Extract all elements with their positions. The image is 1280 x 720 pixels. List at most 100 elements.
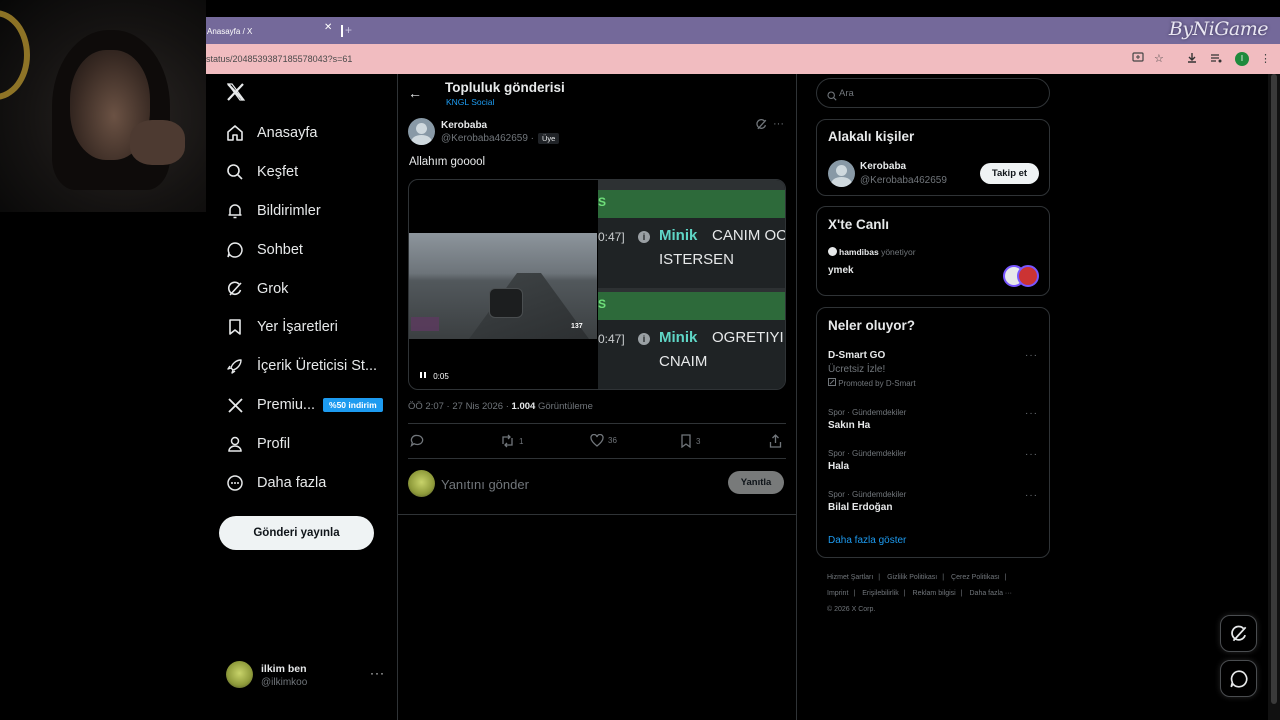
divider bbox=[398, 514, 797, 515]
nav-item-grok[interactable]: Grok bbox=[224, 273, 288, 305]
repost-icon bbox=[502, 434, 513, 448]
user-handle[interactable]: @Kerobaba462659 bbox=[860, 175, 947, 186]
footer-link[interactable]: Reklam bilgisi bbox=[913, 590, 956, 597]
nav-item-more[interactable]: Daha fazla bbox=[224, 467, 326, 499]
more-icon[interactable]: ··· bbox=[1025, 408, 1038, 419]
discount-badge: %50 indirim bbox=[323, 398, 383, 412]
more-icon[interactable]: ··· bbox=[773, 118, 784, 130]
bookmark-button[interactable]: 3 bbox=[680, 434, 700, 448]
post-time[interactable]: ÖÖ 2:07 bbox=[408, 401, 444, 412]
trend-item[interactable]: D-Smart GO Ücretsiz İzle! Promoted by D-… bbox=[828, 350, 1038, 388]
trend-item[interactable]: Spor · Gündemdekiler Sakın Ha ··· bbox=[828, 408, 1038, 431]
search-input[interactable] bbox=[839, 85, 1039, 101]
url-text[interactable]: status/2048539387185578043?s=61 bbox=[206, 54, 352, 64]
new-tab-button[interactable]: + bbox=[345, 23, 352, 37]
kebab-menu-icon[interactable]: ⋮ bbox=[1260, 52, 1271, 65]
more-icon[interactable]: ··· bbox=[1025, 490, 1038, 501]
grok-fab[interactable] bbox=[1220, 615, 1257, 652]
grok-icon[interactable] bbox=[755, 118, 768, 136]
share-button[interactable] bbox=[769, 434, 782, 448]
info-icon: i bbox=[638, 333, 650, 345]
nav-item-notifications[interactable]: Bildirimler bbox=[224, 195, 321, 227]
live-host: hamdibas yönetiyor bbox=[828, 247, 916, 257]
account-switcher[interactable]: ilkim ben @ilkimkoo ··· bbox=[226, 660, 386, 690]
bookmark-icon bbox=[224, 316, 246, 338]
nav-item-profile[interactable]: Profil bbox=[224, 428, 290, 460]
chat-message: 0:47] i Minik OGRETIYI CNAIM bbox=[598, 320, 785, 389]
nav-item-premium[interactable]: Premiu... %50 indirim bbox=[224, 389, 383, 421]
footer-link[interactable]: Daha fazla ··· bbox=[970, 590, 1012, 597]
cast-icon[interactable] bbox=[1132, 52, 1144, 66]
video-chat-overlay: S 0:47] i Minik CANIM OC ISTERSEN S 0:47… bbox=[598, 180, 785, 389]
account-handle: @ilkimkoo bbox=[261, 677, 308, 688]
view-label: Görüntüleme bbox=[537, 401, 593, 412]
scrollbar-thumb[interactable] bbox=[1271, 74, 1277, 704]
follow-button[interactable]: Takip et bbox=[980, 163, 1039, 184]
nav-item-home[interactable]: Anasayfa bbox=[224, 117, 317, 149]
footer-link[interactable]: Erişilebilirlik bbox=[862, 590, 899, 597]
tab-title: Anasayfa / X bbox=[207, 27, 253, 36]
video-timestamp: 0:05 bbox=[433, 372, 449, 381]
more-icon[interactable]: ··· bbox=[1025, 350, 1038, 361]
search-box[interactable] bbox=[816, 78, 1050, 108]
avatar[interactable] bbox=[828, 160, 855, 187]
streamer-logo: ByNiGame bbox=[1168, 18, 1269, 40]
browser-tab[interactable]: Anasayfa / X bbox=[206, 21, 340, 44]
page-title: Topluluk gönderisi bbox=[445, 80, 565, 95]
browser-profile-avatar[interactable]: I bbox=[1235, 52, 1249, 66]
nav-label: Anasayfa bbox=[257, 125, 318, 141]
nav-item-bookmarks[interactable]: Yer İşaretleri bbox=[224, 311, 338, 343]
trend-item[interactable]: Spor · Gündemdekiler Hala ··· bbox=[828, 449, 1038, 472]
video-controls[interactable]: 0:05 bbox=[419, 371, 449, 381]
person-icon bbox=[224, 433, 246, 455]
post-video[interactable]: 137 S 0:47] i Minik CANIM OC ISTERSEN S … bbox=[408, 179, 786, 390]
star-icon[interactable]: ☆ bbox=[1154, 52, 1164, 65]
back-arrow-icon[interactable]: ← bbox=[408, 85, 422, 101]
ring-light bbox=[0, 10, 30, 100]
footer-link[interactable]: Imprint bbox=[827, 590, 848, 597]
reply-button[interactable] bbox=[410, 434, 428, 448]
repost-button[interactable]: 1 bbox=[500, 434, 523, 448]
reply-input[interactable] bbox=[441, 474, 681, 494]
more-icon[interactable]: ··· bbox=[370, 666, 385, 680]
nav-item-chat[interactable]: Sohbet bbox=[224, 234, 303, 266]
browser-address-bar: status/2048539387185578043?s=61 ☆ I ⋮ bbox=[206, 44, 1280, 74]
footer-link[interactable]: Hizmet Şartları bbox=[827, 574, 873, 581]
live-on-x-card[interactable]: X'te Canlı hamdibas yönetiyor ymek bbox=[816, 206, 1050, 296]
card-title: X'te Canlı bbox=[828, 217, 889, 232]
main-column: ← Topluluk gönderisi KNGL Social Kerobab… bbox=[397, 74, 797, 720]
nav-item-creator-studio[interactable]: İçerik Üreticisi St... bbox=[224, 350, 377, 382]
close-icon[interactable]: ✕ bbox=[324, 22, 332, 33]
separator-dot: · bbox=[530, 133, 535, 144]
community-link[interactable]: KNGL Social bbox=[446, 97, 494, 107]
post-author-name[interactable]: Kerobaba bbox=[441, 120, 487, 131]
post-date[interactable]: 27 Nis 2026 bbox=[452, 401, 503, 412]
pause-icon[interactable] bbox=[419, 371, 427, 379]
view-count: 1.004 bbox=[511, 401, 536, 412]
trends-card: Neler oluyor? D-Smart GO Ücretsiz İzle! … bbox=[816, 307, 1050, 558]
grok-icon bbox=[224, 278, 246, 300]
more-circle-icon bbox=[224, 472, 246, 494]
post-button[interactable]: Gönderi yayınla bbox=[219, 516, 374, 550]
user-name[interactable]: Kerobaba bbox=[860, 161, 906, 172]
footer-link[interactable]: Çerez Politikası bbox=[951, 574, 1000, 581]
reply-submit-button[interactable]: Yanıtla bbox=[728, 471, 784, 494]
download-icon[interactable] bbox=[1186, 52, 1198, 67]
avatar[interactable] bbox=[408, 118, 435, 145]
x-logo-icon[interactable] bbox=[226, 82, 248, 104]
footer-link[interactable]: Gizlilik Politikası bbox=[887, 574, 937, 581]
show-more-link[interactable]: Daha fazla göster bbox=[828, 535, 906, 546]
nav-item-explore[interactable]: Keşfet bbox=[224, 156, 298, 188]
post-author-handle[interactable]: @Kerobaba462659 · bbox=[441, 133, 534, 144]
account-name: ilkim ben bbox=[261, 663, 307, 675]
more-icon[interactable]: ··· bbox=[1025, 449, 1038, 460]
bell-icon bbox=[224, 200, 246, 222]
media-queue-icon[interactable] bbox=[1210, 52, 1222, 67]
messages-fab[interactable] bbox=[1220, 660, 1257, 697]
trend-item[interactable]: Spor · Gündemdekiler Bilal Erdoğan ··· bbox=[828, 490, 1038, 513]
bookmark-icon bbox=[681, 434, 691, 448]
hud-minimap bbox=[411, 317, 439, 331]
page-scrollbar[interactable] bbox=[1268, 74, 1280, 720]
info-icon: i bbox=[638, 231, 650, 243]
like-button[interactable]: 36 bbox=[590, 434, 617, 447]
